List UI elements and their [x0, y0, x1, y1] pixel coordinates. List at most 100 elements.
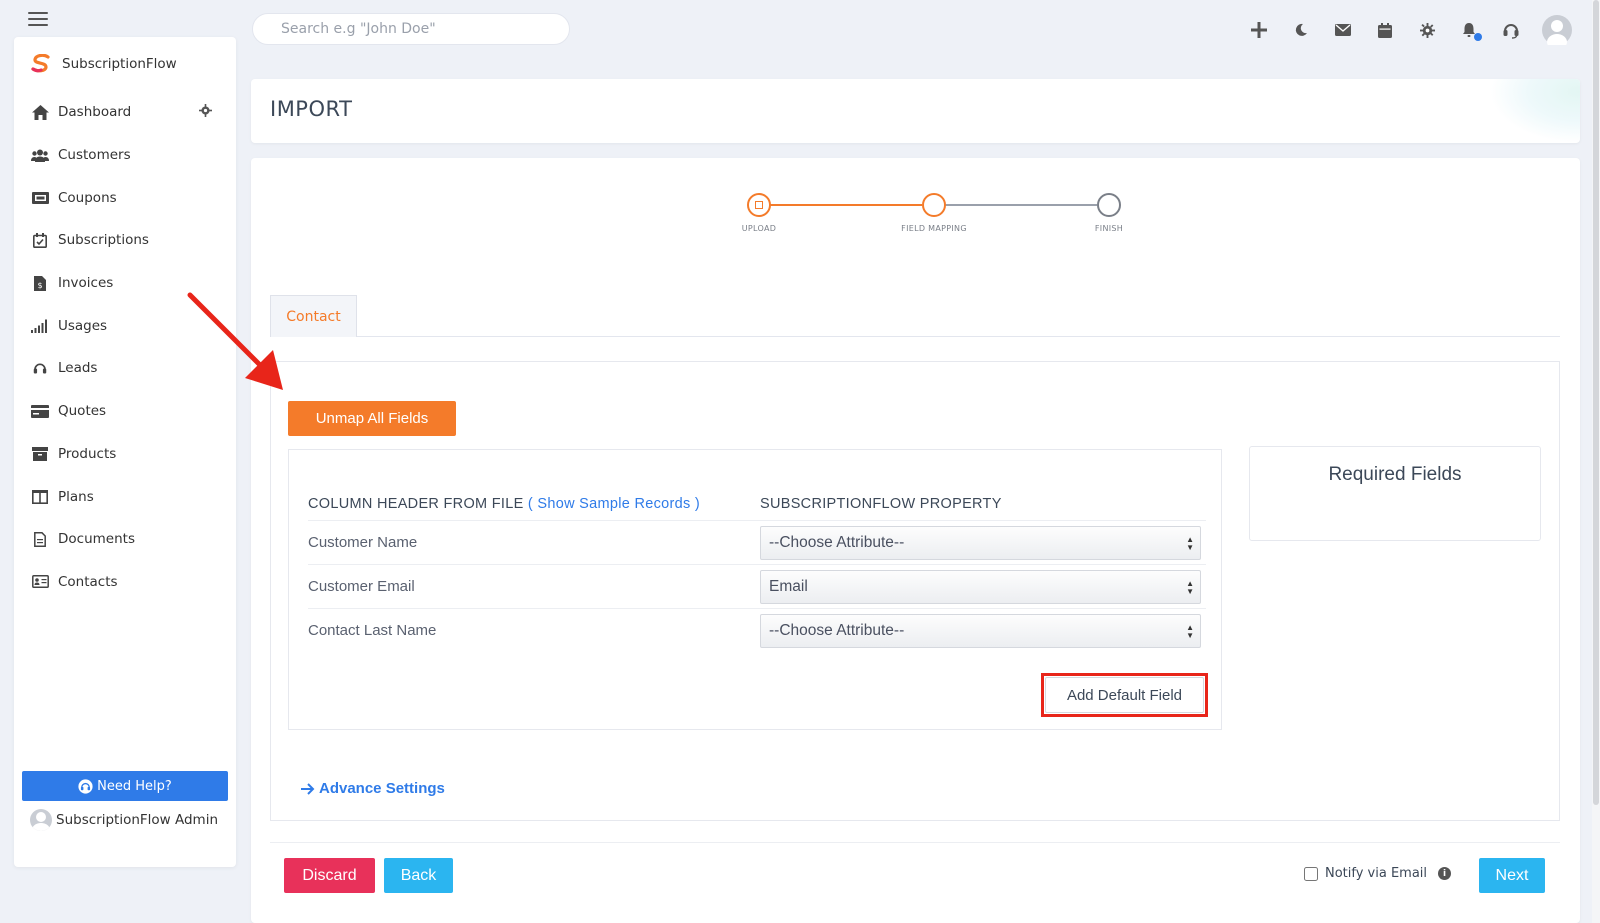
calendar-check-icon [30, 232, 50, 248]
step-label-upload: UPLOAD [741, 224, 777, 233]
step-label-field-mapping: FIELD MAPPING [901, 224, 967, 233]
sidebar-item-label: Leads [58, 360, 98, 377]
table-row: Contact Last Name --Choose Attribute-- ▲… [308, 609, 1206, 653]
select-arrows-icon: ▲ ▼ [1186, 623, 1194, 640]
page-scrollbar[interactable] [1592, 0, 1600, 923]
sidebar-item-label: Invoices [58, 275, 114, 292]
step-upload[interactable] [747, 193, 771, 217]
headset-icon [78, 778, 93, 794]
signal-bars-icon [30, 318, 50, 334]
import-stepper: UPLOAD FIELD MAPPING FINISH [251, 158, 1580, 258]
sidebar-item-label: Documents [58, 531, 135, 548]
step-field-mapping[interactable] [922, 193, 946, 217]
avatar [30, 809, 52, 831]
bell-icon[interactable] [1458, 19, 1482, 41]
headset-icon[interactable] [1500, 19, 1522, 41]
column-header-text: COLUMN HEADER FROM FILE [308, 496, 524, 512]
advance-settings-link[interactable]: Advance Settings [301, 780, 445, 797]
column-name: Customer Email [308, 578, 415, 595]
document-icon [30, 531, 50, 547]
mapping-table: COLUMN HEADER FROM FILE ( Show Sample Re… [288, 449, 1222, 730]
calendar-icon[interactable] [1374, 19, 1396, 41]
arrow-right-icon [301, 782, 315, 795]
sidebar-item-label: Products [58, 445, 117, 462]
back-button[interactable]: Back [384, 858, 453, 893]
column-name: Customer Name [308, 534, 418, 551]
tab-bar: Contact [270, 295, 1560, 337]
brand[interactable]: SubscriptionFlow [14, 37, 236, 91]
svg-text:$: $ [37, 281, 42, 290]
import-card: UPLOAD FIELD MAPPING FINISH Contact Unma… [251, 158, 1580, 923]
moon-icon[interactable] [1290, 19, 1312, 41]
search-input[interactable] [252, 13, 570, 45]
header-decoration [1490, 79, 1580, 143]
annotation-arrow-icon [187, 292, 283, 390]
invoice-icon: $ [30, 275, 50, 291]
column-header-label: COLUMN HEADER FROM FILE ( Show Sample Re… [308, 496, 700, 512]
show-sample-records-link[interactable]: ( Show Sample Records ) [528, 496, 700, 512]
gear-icon[interactable] [1416, 19, 1438, 41]
notify-via-email[interactable]: Notify via Email i [1304, 866, 1452, 881]
sidebar-item-subscriptions[interactable]: Subscriptions [14, 219, 236, 262]
step-line-complete [757, 204, 922, 206]
attribute-select[interactable]: --Choose Attribute-- ▲ ▼ [760, 614, 1201, 648]
notify-checkbox[interactable] [1304, 866, 1318, 881]
sidebar-item-label: Quotes [58, 403, 107, 420]
sidebar-item-label: Coupons [58, 189, 117, 206]
select-arrows-icon: ▲ ▼ [1186, 579, 1194, 596]
attribute-select[interactable]: Email ▲ ▼ [760, 570, 1201, 604]
plus-icon[interactable] [1248, 19, 1270, 41]
sidebar-item-plans[interactable]: Plans [14, 475, 236, 518]
subscriptionflow-logo-icon [31, 54, 50, 73]
admin-profile[interactable]: SubscriptionFlow Admin [30, 809, 218, 831]
sidebar: SubscriptionFlow Dashboard Customers Cou… [14, 37, 236, 867]
attribute-select-value: --Choose Attribute-- [769, 534, 905, 551]
sidebar-item-coupons[interactable]: Coupons [14, 176, 236, 219]
table-row: Customer Email Email ▲ ▼ [308, 565, 1206, 609]
home-icon [30, 104, 50, 120]
footer-divider [270, 842, 1560, 843]
need-help-button[interactable]: Need Help? [22, 771, 228, 801]
headset-icon [30, 360, 50, 376]
scrollbar-thumb[interactable] [1593, 0, 1599, 805]
step-label-finish: FINISH [1094, 224, 1124, 233]
select-arrows-icon: ▲ ▼ [1186, 535, 1194, 552]
sidebar-item-label: Customers [58, 147, 131, 164]
sidebar-item-label: Usages [58, 317, 108, 334]
next-button[interactable]: Next [1479, 858, 1545, 893]
add-default-field-button[interactable]: Add Default Field [1045, 677, 1204, 713]
sidebar-item-label: Plans [58, 488, 94, 505]
column-name: Contact Last Name [308, 622, 437, 639]
sidebar-item-contacts[interactable]: Contacts [14, 561, 236, 604]
discard-button[interactable]: Discard [284, 858, 375, 893]
step-finish[interactable] [1097, 193, 1121, 217]
advance-settings-label: Advance Settings [319, 780, 445, 797]
user-avatar[interactable] [1542, 15, 1572, 45]
archive-icon [30, 446, 50, 462]
unmap-all-fields-button[interactable]: Unmap All Fields [288, 401, 456, 436]
admin-name: SubscriptionFlow Admin [56, 812, 219, 828]
mail-icon[interactable] [1332, 19, 1354, 41]
sidebar-item-documents[interactable]: Documents [14, 518, 236, 561]
sidebar-item-label: Contacts [58, 573, 118, 590]
sidebar-item-label: Dashboard [58, 104, 132, 121]
notification-dot [1474, 33, 1482, 41]
required-fields-box: Required Fields [1249, 446, 1541, 541]
sidebar-item-customers[interactable]: Customers [14, 134, 236, 177]
page-header: IMPORT [251, 79, 1580, 143]
attribute-select-value: --Choose Attribute-- [769, 622, 905, 639]
required-fields-title: Required Fields [1328, 464, 1462, 485]
hamburger-menu-icon[interactable] [28, 12, 48, 26]
info-icon[interactable]: i [1438, 867, 1452, 880]
step-upload-marker [755, 201, 763, 209]
contact-card-icon [30, 574, 50, 590]
attribute-select[interactable]: --Choose Attribute-- ▲ ▼ [760, 526, 1201, 560]
dashboard-settings-gear-icon[interactable] [199, 104, 212, 121]
top-toolbar [1248, 10, 1572, 50]
attribute-select-value: Email [769, 578, 808, 595]
field-mapping-panel: Unmap All Fields COLUMN HEADER FROM FILE… [270, 361, 1560, 821]
page-title: IMPORT [270, 97, 353, 121]
sidebar-item-dashboard[interactable]: Dashboard [14, 91, 236, 134]
table-row: Customer Name --Choose Attribute-- ▲ ▼ [308, 521, 1206, 565]
sidebar-item-products[interactable]: Products [14, 433, 236, 476]
